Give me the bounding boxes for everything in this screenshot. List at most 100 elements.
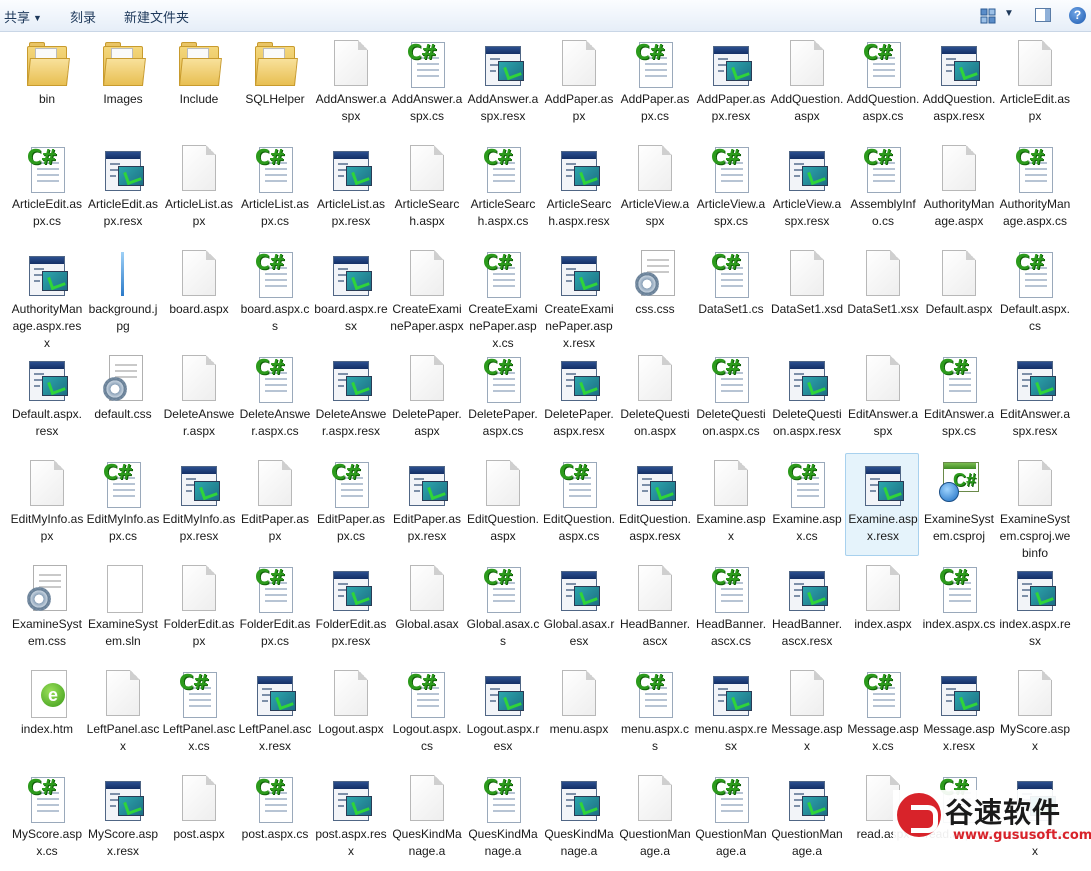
file-item[interactable]: EditAnswer.aspx.resx <box>997 348 1071 451</box>
file-item[interactable]: EditAnswer.aspx <box>845 348 919 451</box>
view-options-chevron-icon[interactable]: ▼ <box>1004 8 1014 30</box>
file-item[interactable]: ArticleList.aspx <box>161 138 235 241</box>
file-item[interactable]: C# LeftPanel.ascx.cs <box>161 663 236 766</box>
file-item[interactable]: CreateExaminePaper.aspx.resx <box>541 243 615 350</box>
file-item[interactable]: LeftPanel.ascx <box>85 663 159 766</box>
file-item[interactable]: C# CreateExaminePaper.aspx.cs <box>465 243 539 350</box>
file-item[interactable]: board.aspx.resx <box>313 243 388 346</box>
file-item[interactable]: Examine.aspx.resx <box>845 453 919 556</box>
file-item[interactable]: QuesKindManage.a <box>541 768 615 871</box>
file-item[interactable]: DeleteQuestion.aspx.resx <box>769 348 843 451</box>
file-item[interactable]: AddQuestion.aspx.resx <box>921 33 995 136</box>
file-item[interactable]: C# EditPaper.aspx.cs <box>313 453 387 556</box>
file-item[interactable]: ArticleEdit.aspx.resx <box>85 138 159 241</box>
file-item[interactable]: MyScore.aspx.resx <box>85 768 159 871</box>
file-item[interactable]: Message.aspx.resx <box>921 663 995 766</box>
file-item[interactable]: QuesKindManage.a <box>389 768 463 871</box>
file-item[interactable]: AuthorityManage.aspx.resx <box>9 243 83 350</box>
file-item[interactable]: ArticleSearch.aspx <box>389 138 463 241</box>
file-item[interactable]: AddPaper.aspx <box>541 33 615 136</box>
file-item[interactable]: C# EditQuestion.aspx.cs <box>541 453 615 556</box>
file-item[interactable]: QuestionManage.a <box>617 768 691 871</box>
file-item[interactable]: MyScore.aspx <box>997 663 1071 766</box>
file-item[interactable]: DeletePaper.aspx.resx <box>541 348 615 451</box>
file-item[interactable]: ArticleView.aspx <box>617 138 691 241</box>
file-item[interactable]: FolderEdit.aspx.resx <box>313 558 387 661</box>
file-item[interactable]: Default.aspx.resx <box>9 348 83 451</box>
file-item[interactable]: Images <box>85 33 159 136</box>
file-item[interactable]: C# AddAnswer.aspx.cs <box>389 33 463 136</box>
file-item[interactable]: LeftPanel.ascx.resx <box>237 663 311 766</box>
file-item[interactable]: C# HeadBanner.ascx.cs <box>693 558 767 661</box>
file-item[interactable]: ExamineSystem.css <box>9 558 83 661</box>
file-item[interactable]: menu.aspx <box>541 663 615 766</box>
file-item[interactable]: ArticleEdit.aspx <box>997 33 1071 136</box>
file-item[interactable]: C# Examine.aspx.cs <box>769 453 843 556</box>
new-folder-button[interactable]: 新建文件夹 <box>124 7 189 26</box>
file-item[interactable]: C# ArticleSearch.aspx.cs <box>465 138 539 241</box>
file-item[interactable]: index.aspx.resx <box>997 558 1071 661</box>
help-icon[interactable]: ? <box>1069 7 1086 24</box>
file-item[interactable]: QuestionManage.a <box>769 768 843 871</box>
file-item[interactable]: background.jpg <box>85 243 159 346</box>
file-item[interactable]: C# Logout.aspx.cs <box>389 663 463 766</box>
file-item[interactable]: DeleteAnswer.aspx <box>161 348 235 451</box>
file-item[interactable]: C# Message.aspx.cs <box>845 663 919 766</box>
change-view-icon[interactable] <box>980 8 996 24</box>
file-item[interactable]: Global.asax.resx <box>541 558 615 661</box>
file-item[interactable]: DataSet1.xsd <box>769 243 843 346</box>
preview-pane-icon[interactable] <box>1035 8 1051 22</box>
file-item[interactable]: C# EditAnswer.aspx.cs <box>921 348 995 451</box>
file-item[interactable]: C# AddPaper.aspx.cs <box>617 33 691 136</box>
file-item[interactable]: CreateExaminePaper.aspx <box>389 243 464 346</box>
file-item[interactable]: C# DeleteQuestion.aspx.cs <box>693 348 767 451</box>
file-item[interactable]: C# QuesKindManage.a <box>465 768 539 871</box>
file-item[interactable]: ExamineSystem.sln <box>85 558 159 661</box>
file-item[interactable]: Examine.aspx <box>693 453 767 556</box>
file-item[interactable]: C# EditMyInfo.aspx.cs <box>85 453 160 556</box>
file-item[interactable]: C# ArticleList.aspx.cs <box>237 138 311 241</box>
file-item[interactable]: AddQuestion.aspx <box>769 33 843 136</box>
file-item[interactable]: ArticleSearch.aspx.resx <box>541 138 615 241</box>
file-item[interactable]: board.aspx <box>161 243 235 346</box>
file-item[interactable]: C# DataSet1.cs <box>693 243 767 346</box>
file-item[interactable]: EditMyInfo.aspx.resx <box>161 453 235 556</box>
file-item[interactable]: ArticleList.aspx.resx <box>313 138 387 241</box>
file-item[interactable]: C# ArticleEdit.aspx.cs <box>9 138 83 241</box>
file-item[interactable]: ArticleView.aspx.resx <box>769 138 843 241</box>
file-item[interactable]: post.aspx <box>161 768 235 871</box>
file-item[interactable]: C# menu.aspx.cs <box>617 663 691 766</box>
file-item[interactable]: C# Default.aspx.cs <box>997 243 1071 346</box>
file-item[interactable]: C# index.aspx.cs <box>921 558 996 661</box>
file-item[interactable]: css.css <box>617 243 691 346</box>
file-item[interactable]: Message.aspx <box>769 663 843 766</box>
file-item[interactable]: EditQuestion.aspx.resx <box>617 453 691 556</box>
file-item[interactable]: C# DeleteAnswer.aspx.cs <box>237 348 311 451</box>
file-item[interactable]: DataSet1.xsx <box>845 243 919 346</box>
file-item[interactable]: C# DeletePaper.aspx.cs <box>465 348 539 451</box>
file-item[interactable]: menu.aspx.resx <box>693 663 767 766</box>
file-item[interactable]: Logout.aspx <box>313 663 387 766</box>
file-item[interactable]: index.aspx <box>845 558 919 661</box>
file-item[interactable]: C# QuestionManage.a <box>693 768 767 871</box>
file-item[interactable]: AuthorityManage.aspx <box>921 138 995 241</box>
file-item[interactable]: AddAnswer.aspx <box>313 33 387 136</box>
file-item[interactable]: FolderEdit.aspx <box>161 558 235 661</box>
file-item[interactable]: DeleteAnswer.aspx.resx <box>313 348 387 451</box>
file-item[interactable]: AddAnswer.aspx.resx <box>465 33 539 136</box>
file-item[interactable]: DeletePaper.aspx <box>389 348 463 451</box>
file-item[interactable]: C# post.aspx.cs <box>237 768 311 871</box>
file-item[interactable]: C# AddQuestion.aspx.cs <box>845 33 920 136</box>
burn-button[interactable]: 刻录 <box>70 7 96 26</box>
file-item[interactable]: EditPaper.aspx <box>237 453 311 556</box>
file-item[interactable]: C# AssemblyInfo.cs <box>845 138 919 241</box>
file-item[interactable]: EditQuestion.aspx <box>465 453 539 556</box>
file-item[interactable]: post.aspx.resx <box>313 768 387 871</box>
file-item[interactable]: e index.htm <box>9 663 83 766</box>
file-item[interactable]: SQLHelper <box>237 33 311 136</box>
share-menu-button[interactable]: 共享 ▼ <box>4 7 42 26</box>
file-item[interactable]: HeadBanner.ascx <box>617 558 691 661</box>
file-item[interactable]: bin <box>9 33 83 136</box>
file-item[interactable]: Default.aspx <box>921 243 995 346</box>
file-item[interactable]: C# ExamineSystem.csproj <box>921 453 995 556</box>
